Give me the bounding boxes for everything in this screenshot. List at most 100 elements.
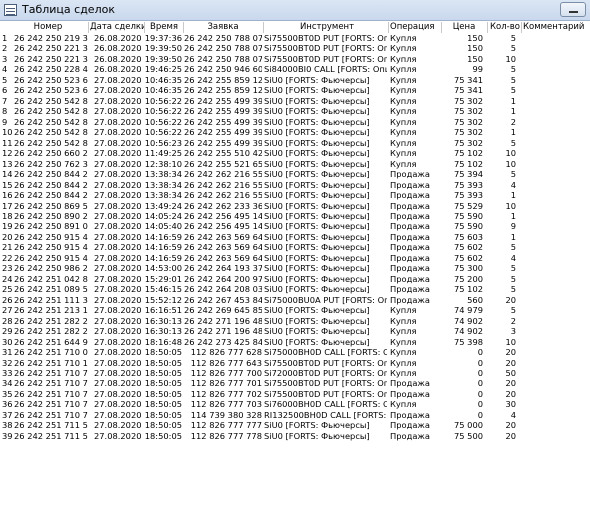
trade-number-cell: 26 242 251 710 173 [14, 357, 88, 368]
table-row[interactable]: 1 26 242 250 219 393 26.08.202019:37:3626 … [0, 33, 590, 43]
order-number-cell: 26 242 250 788 070 [184, 33, 262, 43]
table-row[interactable]: 2326 242 250 986 211 27.08.202014:53:0026… [0, 263, 590, 273]
table-row[interactable]: 1726 242 250 869 560 27.08.202013:49:2426… [0, 201, 590, 211]
table-row[interactable]: 1426 242 250 844 292 27.08.202013:38:3426… [0, 169, 590, 179]
instrument-cell: SiU0 [FORTS: Фьючерсы] [264, 210, 370, 221]
table-row[interactable]: 3826 242 251 711 564 27.08.202018:50:05 11… [0, 420, 590, 430]
order-number-cell: 112 826 777 700 [190, 368, 262, 378]
table-row[interactable]: 2526 242 251 089 582 27.08.202015:46:1526… [0, 284, 590, 294]
column-header-price[interactable]: Цена [444, 22, 484, 33]
column-divider[interactable] [88, 22, 89, 33]
column-divider[interactable] [263, 22, 264, 33]
trade-date-cell: 27.08.2020 [94, 294, 142, 305]
quantity-cell: 1 [510, 106, 516, 117]
trade-number-cell: 26 242 251 282 251 [14, 326, 88, 337]
table-row[interactable]: 2226 242 250 915 414 27.08.202014:16:5926… [0, 253, 590, 263]
minimize-button[interactable] [560, 2, 586, 17]
column-header-instrument[interactable]: Инструмент [266, 22, 388, 33]
column-header-date[interactable]: Дата сделки [90, 22, 144, 33]
table-row[interactable]: 2126 242 250 915 413 27.08.202014:16:5926… [0, 242, 590, 252]
column-divider[interactable] [144, 22, 145, 33]
table-row[interactable]: 3726 242 251 710 749 27.08.202018:50:05 11… [0, 410, 590, 420]
table-row[interactable]: 3526 242 251 710 747 27.08.202018:50:05 11… [0, 389, 590, 399]
table-row[interactable]: 3126 242 251 710 030 27.08.202018:50:05 11… [0, 347, 590, 357]
operation-cell: Купля [390, 137, 417, 148]
price-cell: 75 102 [453, 148, 483, 159]
column-divider[interactable] [487, 22, 488, 33]
column-divider[interactable] [183, 22, 184, 33]
table-row[interactable]: 2626 242 251 111 354 27.08.202015:52:1226… [0, 295, 590, 305]
table-row[interactable]: 3226 242 251 710 173 27.08.202018:50:05 11… [0, 358, 590, 368]
table-row[interactable]: 3926 242 251 711 565 27.08.202018:50:05 11… [0, 431, 590, 441]
table-row[interactable]: 2426 242 251 042 805 27.08.202015:29:0126… [0, 274, 590, 284]
column-divider[interactable] [521, 22, 522, 33]
table-row[interactable]: 3326 242 251 710 745 27.08.202018:50:05 11… [0, 368, 590, 378]
quantity-cell: 5 [510, 64, 516, 75]
table-row[interactable]: 1526 242 250 844 293 27.08.202013:38:3426… [0, 180, 590, 190]
column-header-order[interactable]: Заявка [185, 22, 261, 33]
table-row[interactable]: 1926 242 250 891 040 27.08.202014:05:4026… [0, 221, 590, 231]
table-row[interactable]: 1626 242 250 844 294 27.08.202013:38:3426… [0, 190, 590, 200]
table-row[interactable]: 2926 242 251 282 251 27.08.202016:30:1326… [0, 326, 590, 336]
trade-number-cell: 26 242 250 228 468 [14, 64, 88, 75]
trade-number-cell: 26 242 251 644 910 [14, 336, 88, 347]
column-header-time[interactable]: Время [146, 22, 182, 33]
trade-number-cell: 26 242 250 844 293 [14, 179, 88, 190]
trade-number-cell: 26 242 250 660 276 [14, 148, 88, 159]
column-header-quantity[interactable]: Кол-во [490, 22, 522, 33]
table-row[interactable]: 3426 242 251 710 746 27.08.202018:50:05 11… [0, 378, 590, 388]
table-row[interactable]: 8 26 242 250 542 848 27.08.202010:56:2226 … [0, 106, 590, 116]
trade-time-cell: 12:38:10 [144, 158, 182, 169]
table-row[interactable]: 1326 242 250 762 341 27.08.202012:38:1026… [0, 159, 590, 169]
trade-time-cell: 18:50:05 [144, 388, 182, 399]
trade-number-cell: 26 242 251 710 030 [14, 347, 88, 358]
quantity-cell: 20 [505, 430, 516, 441]
trade-number-cell: 26 242 250 762 341 [14, 158, 88, 169]
price-cell: 75 300 [453, 263, 483, 274]
table-row[interactable]: 1026 242 250 542 851 27.08.202010:56:2226… [0, 127, 590, 137]
column-header-operation[interactable]: Операция [390, 22, 440, 33]
trade-time-cell: 15:52:12 [144, 294, 182, 305]
trade-date-cell: 26.08.2020 [94, 43, 142, 54]
order-number-cell: 26 242 262 216 555 [184, 169, 262, 180]
operation-cell: Купля [390, 53, 417, 64]
row-index-cell: 18 [2, 210, 12, 221]
trade-number-cell: 26 242 251 710 745 [14, 368, 88, 378]
instrument-cell: SiU0 [FORTS: Фьючерсы] [264, 305, 370, 316]
order-number-cell: 26 242 256 495 147 [184, 221, 262, 232]
order-number-cell: 26 242 255 499 391 [184, 127, 262, 138]
operation-cell: Продажа [390, 284, 430, 295]
table-row[interactable]: 7 26 242 250 542 847 27.08.202010:56:2226 … [0, 96, 590, 106]
trade-number-cell: 26 242 251 711 565 [14, 430, 88, 441]
trade-date-cell: 27.08.2020 [94, 357, 142, 368]
quantity-cell: 20 [505, 294, 516, 305]
trade-number-cell: 26 242 250 542 847 [14, 95, 88, 106]
column-header-number[interactable]: Номер [14, 22, 82, 33]
price-cell: 74 979 [453, 305, 483, 316]
table-row[interactable]: 2026 242 250 915 412 27.08.202014:16:5926… [0, 232, 590, 242]
table-row[interactable]: 5 26 242 250 523 632 27.08.202010:46:3526 … [0, 75, 590, 85]
table-row[interactable]: 3 26 242 250 221 334 26.08.202019:39:5026 … [0, 54, 590, 64]
table-row[interactable]: 4 26 242 250 228 468 26.08.202019:46:2526 … [0, 64, 590, 74]
trade-date-cell: 27.08.2020 [94, 368, 142, 378]
window-titlebar[interactable]: Таблица сделок [0, 0, 590, 21]
trade-time-cell: 14:16:59 [144, 242, 182, 253]
column-divider[interactable] [388, 22, 389, 33]
column-header-comment[interactable]: Комментарий [523, 22, 585, 33]
table-row[interactable]: 6 26 242 250 523 633 27.08.202010:46:3526 … [0, 85, 590, 95]
order-number-cell: 26 242 250 788 070 [184, 43, 262, 54]
table-row[interactable]: 3626 242 251 710 748 27.08.202018:50:05 11… [0, 399, 590, 409]
table-row[interactable]: 1126 242 250 542 852 27.08.202010:56:2326… [0, 138, 590, 148]
table-row[interactable]: 2826 242 251 282 250 27.08.202016:30:1326… [0, 316, 590, 326]
price-cell: 150 [467, 33, 483, 43]
table-row[interactable]: 9 26 242 250 542 849 27.08.202010:56:2226 … [0, 117, 590, 127]
operation-cell: Купля [390, 315, 417, 326]
table-row[interactable]: 1826 242 250 890 299 27.08.202014:05:2426… [0, 211, 590, 221]
column-divider[interactable] [441, 22, 442, 33]
table-row[interactable]: 2 26 242 250 221 333 26.08.202019:39:5026 … [0, 43, 590, 53]
table-row[interactable]: 3026 242 251 644 910 27.08.202018:16:4826… [0, 337, 590, 347]
table-row[interactable]: 2726 242 251 213 180 27.08.202016:16:5126… [0, 305, 590, 315]
order-number-cell: 26 242 263 569 647 [184, 242, 262, 253]
trade-number-cell: 26 242 251 282 250 [14, 315, 88, 326]
table-row[interactable]: 1226 242 250 660 276 27.08.202011:49:2526… [0, 148, 590, 158]
